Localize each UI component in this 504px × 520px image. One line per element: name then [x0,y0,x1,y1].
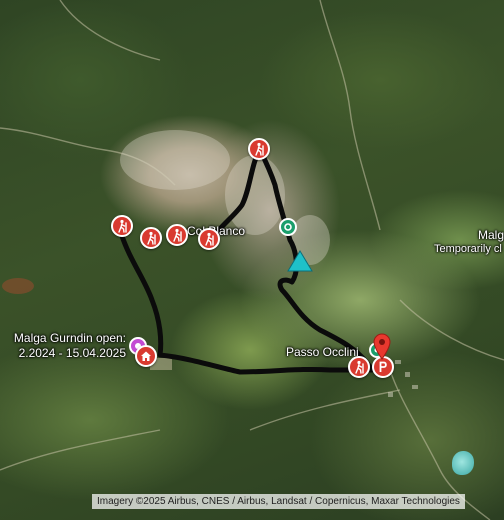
malga-status-label: Temporarily cl [434,243,502,255]
home-icon [141,351,151,361]
malga-label: Malga [478,228,504,242]
hut-dates-label: 2.2024 - 15.04.2025 [18,346,126,360]
hut-label: Malga Gurndin open: [13,331,126,345]
peak-poi-marker[interactable] [279,218,297,236]
parking-icon [379,361,387,372]
hiking-icon [173,228,182,242]
hiking-icon [255,142,264,156]
pass-label: Passo Occlini [286,345,359,359]
hiking-icon [118,219,127,233]
hiking-pin[interactable] [166,224,188,246]
hiking-icon [205,232,214,246]
hiking-pin[interactable] [348,356,370,378]
map-attribution: Imagery ©2025 Airbus, CNES / Airbus, Lan… [92,494,465,509]
lake [452,451,474,475]
hiking-route [119,147,375,375]
hiking-icon [147,231,156,245]
summit-triangle-icon[interactable] [287,250,313,272]
hiking-pin[interactable] [111,215,133,237]
hut-pin[interactable] [135,345,157,367]
hiking-pin[interactable] [140,227,162,249]
hiking-pin[interactable] [198,228,220,250]
viewpoint-icon [284,223,292,231]
hiking-pin[interactable] [248,138,270,160]
location-pin-icon[interactable] [372,332,392,360]
hiking-icon [355,360,364,374]
satellite-map[interactable]: Col Blanco Passo Occlini Malga Temporari… [0,0,504,520]
